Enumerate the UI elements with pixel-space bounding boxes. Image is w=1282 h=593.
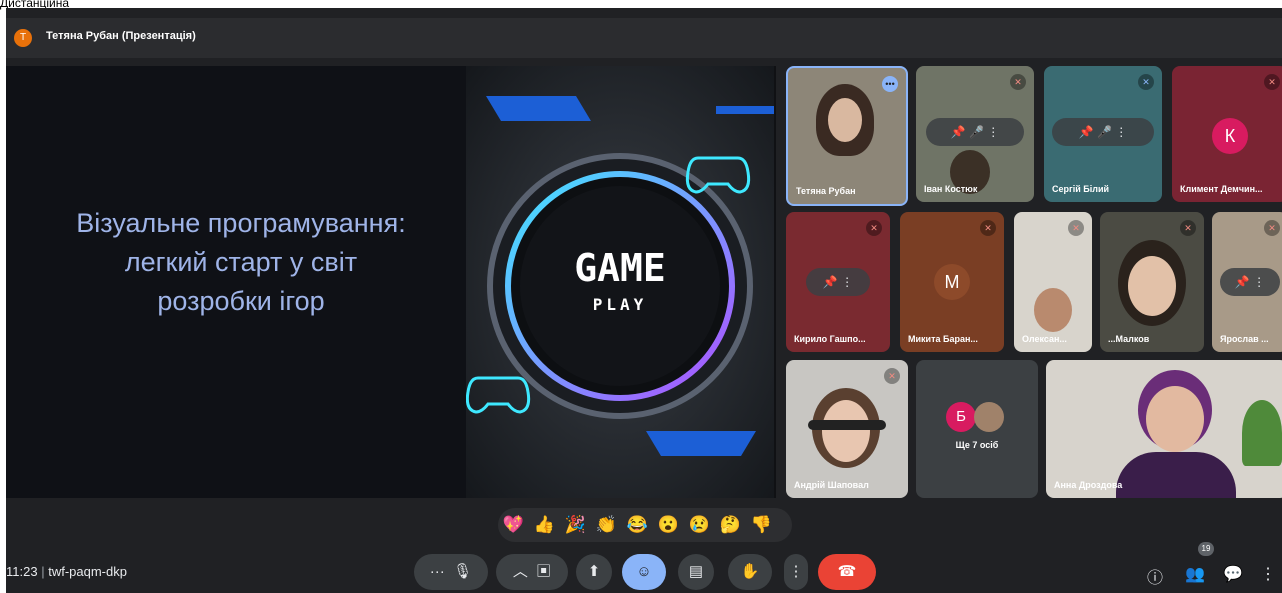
meeting-info: 11:23 | twf-paqm-dkp <box>6 564 127 579</box>
slide-title: Візуальне програмування: легкий старт у … <box>76 208 406 316</box>
raise-hand-button[interactable]: ✋ <box>728 554 772 590</box>
participant-tile[interactable]: К ✕ Климент Демчин... <box>1172 66 1282 202</box>
slide-text-panel: Візуальне програмування: легкий старт у … <box>6 66 466 498</box>
end-call-icon: ☎ <box>837 563 857 580</box>
more-options-icon: ⋮ <box>788 563 804 580</box>
muted-mic-icon: ✕ <box>980 220 996 236</box>
mic-button-group[interactable]: ··· 🎙 <box>414 554 488 590</box>
emoji-button[interactable]: ☺ <box>622 554 666 590</box>
reaction-heart[interactable]: 💖 <box>498 508 529 542</box>
camera-options-icon[interactable]: ︿ <box>513 563 528 580</box>
reactions-bar: 💖 👍 🎉 👏 😂 😮 😢 🤔 👎 <box>498 508 792 542</box>
tile-controls[interactable]: 📌 ⋮ <box>1220 268 1280 296</box>
muted-mic-icon: ✕ <box>866 220 882 236</box>
leave-call-button[interactable]: ☎ <box>818 554 876 590</box>
camera-button-group[interactable]: ︿ ▣ <box>496 554 568 590</box>
presenter-avatar: Т <box>14 29 32 47</box>
more-participants-tile[interactable]: Б Ще 7 осіб <box>916 360 1038 498</box>
tile-controls[interactable]: 📌 🎤 ⋮ <box>1052 118 1154 146</box>
present-icon: ⬆ <box>587 563 601 580</box>
reaction-party[interactable]: 🎉 <box>560 508 591 542</box>
meeting-code: twf-paqm-dkp <box>48 564 127 579</box>
muted-mic-icon: ✕ <box>1264 220 1280 236</box>
headphones <box>808 420 886 430</box>
info-icon[interactable]: ⓘ <box>1144 564 1166 588</box>
muted-mic-icon: ✕ <box>1068 220 1084 236</box>
game-play-image: GAME PLAY <box>466 66 774 498</box>
tile-controls[interactable]: 📌 ⋮ <box>806 268 870 296</box>
plant <box>1242 400 1282 466</box>
mic-options-icon[interactable]: ··· <box>430 563 445 580</box>
reaction-thumbs-down[interactable]: 👎 <box>746 508 777 542</box>
reaction-thinking[interactable]: 🤔 <box>715 508 746 542</box>
chat-icon[interactable]: 💬 <box>1222 564 1244 584</box>
participant-tile[interactable]: ✕ ...Малков <box>1100 212 1204 352</box>
more-participants-label: Ще 7 осіб <box>955 440 999 450</box>
raise-hand-icon: ✋ <box>740 563 760 580</box>
participant-tile[interactable]: 📌 ⋮ ✕ Кирило Гашпо... <box>786 212 890 352</box>
camera-icon[interactable]: ▣ <box>536 563 551 580</box>
participant-tile[interactable]: 📌 🎤 ⋮ ✕ Іван Костюк <box>916 66 1034 202</box>
emoji-icon: ☺ <box>636 563 652 580</box>
muted-mic-icon: ✕ <box>1264 74 1280 90</box>
logo-text-game: GAME <box>574 246 666 290</box>
present-button[interactable]: ⬆ <box>576 554 612 590</box>
participant-tile[interactable]: 📌 ⋮ ✕ Ярослав ... <box>1212 212 1282 352</box>
reaction-laugh[interactable]: 😂 <box>622 508 653 542</box>
reaction-sad[interactable]: 😢 <box>684 508 715 542</box>
participant-tile[interactable]: ✕ Андрій Шаповал <box>786 360 908 498</box>
presentation-header: Т Тетяна Рубан (Презентація) <box>6 18 1282 58</box>
meeting-time: 11:23 <box>6 564 38 579</box>
shared-screen: Візуальне програмування: легкий старт у … <box>6 66 776 498</box>
more-options-icon[interactable]: ••• <box>882 76 898 92</box>
muted-mic-icon: ✕ <box>1180 220 1196 236</box>
avatar: К <box>1212 118 1248 154</box>
muted-mic-icon: ✕ <box>1010 74 1026 90</box>
reaction-clap[interactable]: 👏 <box>591 508 622 542</box>
captions-button[interactable]: ▤ <box>678 554 714 590</box>
participant-tile[interactable]: ✕ Олексан... <box>1014 212 1092 352</box>
people-icon[interactable]: 👥 <box>1184 564 1206 584</box>
participant-tile[interactable]: 📌 🎤 ⋮ ✕ Сергій Білий <box>1044 66 1162 202</box>
participant-tile[interactable]: ••• Тетяна Рубан <box>786 66 908 206</box>
reaction-surprised[interactable]: 😮 <box>653 508 684 542</box>
mic-icon[interactable]: 🎙 <box>453 563 472 580</box>
avatar: M <box>934 264 970 300</box>
presentation-title: Тетяна Рубан (Презентація) <box>46 30 196 42</box>
avatar: Б <box>946 402 976 432</box>
logo-text-play: PLAY <box>593 295 648 314</box>
captions-icon: ▤ <box>688 563 704 580</box>
participant-tile[interactable]: M ✕ Микита Баран... <box>900 212 1004 352</box>
activities-icon[interactable]: ⋮⋮ <box>1260 564 1282 584</box>
muted-mic-icon: ✕ <box>884 368 900 384</box>
reaction-thumbs-up[interactable]: 👍 <box>529 508 560 542</box>
avatar <box>974 402 1004 432</box>
participant-tile[interactable]: Анна Дроздова <box>1046 360 1282 498</box>
tile-controls[interactable]: 📌 🎤 ⋮ <box>926 118 1024 146</box>
meet-window: Т Тетяна Рубан (Презентація) Візуальне п… <box>6 8 1282 593</box>
speaking-icon: ✕ <box>1138 74 1154 90</box>
more-options-button[interactable]: ⋮ <box>784 554 808 590</box>
participants-count-badge: 19 <box>1198 542 1214 556</box>
